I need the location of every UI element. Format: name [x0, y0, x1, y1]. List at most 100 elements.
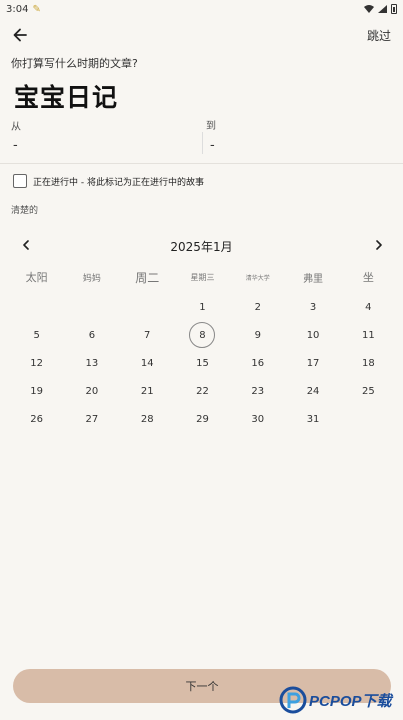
calendar-day[interactable]: 28: [120, 406, 175, 434]
calendar-day[interactable]: 19: [9, 378, 64, 406]
calendar-blank: [64, 293, 119, 321]
wifi-icon: [364, 5, 374, 13]
ongoing-row[interactable]: 正在进行中 - 将此标记为正在进行中的故事: [13, 174, 204, 188]
weekday-label: 坐: [362, 271, 374, 284]
calendar-day-number: 18: [361, 357, 375, 369]
calendar-day-number: 29: [196, 414, 209, 426]
calendar-day-number: 24: [306, 386, 320, 398]
calendar-day[interactable]: 25: [341, 378, 396, 406]
calendar-day[interactable]: 5: [9, 321, 64, 349]
to-date-field[interactable]: -: [210, 138, 215, 153]
status-time: 3:04: [6, 3, 29, 15]
calendar-day[interactable]: 8: [175, 321, 230, 349]
status-bar: 3:04 ✎: [0, 0, 403, 18]
weekday-label: 妈妈: [82, 273, 101, 284]
calendar-day-number: 28: [140, 414, 154, 426]
watermark: PCPOP下载: [279, 683, 403, 717]
month-title: 2025年1月: [170, 240, 233, 254]
chevron-right-icon: [376, 240, 382, 250]
diary-title: 宝宝日记: [14, 83, 119, 112]
calendar-day-number: 21: [140, 386, 154, 398]
weekday-label: 太阳: [25, 271, 48, 284]
calendar-day-number: 22: [196, 386, 209, 398]
calendar-day[interactable]: 15: [175, 349, 230, 377]
calendar-day[interactable]: 21: [120, 378, 175, 406]
calendar-day-number: 9: [254, 329, 261, 341]
calendar-day[interactable]: 12: [9, 349, 64, 377]
calendar-day-number: 7: [144, 329, 151, 341]
ongoing-checkbox[interactable]: [13, 174, 27, 188]
period-question: 你打算写什么时期的文章?: [11, 57, 138, 70]
calendar-day[interactable]: 23: [230, 378, 285, 406]
calendar-day[interactable]: 11: [341, 321, 396, 349]
calendar-day[interactable]: 4: [341, 293, 396, 321]
calendar-day-number: 31: [306, 414, 320, 426]
next-month-button[interactable]: [371, 236, 387, 254]
calendar-day[interactable]: 29: [175, 406, 230, 434]
calendar-day[interactable]: 7: [120, 321, 175, 349]
calendar-day-number: 26: [30, 414, 43, 426]
calendar-header: 2025年1月: [0, 236, 403, 256]
calendar-day-number: 30: [251, 414, 265, 426]
weekday-label: 星期三: [190, 272, 215, 282]
calendar-day-number: 5: [33, 329, 40, 341]
calendar-blank: [120, 293, 175, 321]
clear-button[interactable]: 清楚的: [11, 203, 38, 216]
field-divider: [202, 132, 203, 154]
watermark-text: PCPOP下载: [309, 692, 392, 710]
calendar-day[interactable]: 2: [230, 293, 285, 321]
calendar-day-number: 10: [306, 329, 320, 341]
calendar-day-number: 25: [361, 386, 375, 398]
back-button[interactable]: [10, 26, 30, 44]
ongoing-label: 正在进行中 - 将此标记为正在进行中的故事: [33, 177, 204, 188]
from-date-field[interactable]: -: [13, 138, 18, 153]
calendar-day[interactable]: 3: [285, 293, 340, 321]
weekday-label: 清华大学: [245, 274, 270, 282]
section-divider: [0, 163, 403, 164]
weekday-label: 周二: [135, 270, 160, 285]
calendar-day-number: 15: [196, 357, 209, 369]
calendar-day[interactable]: 9: [230, 321, 285, 349]
calendar-day-number: 23: [251, 386, 265, 398]
calendar-blank: [9, 293, 64, 321]
calendar-day[interactable]: 17: [285, 349, 340, 377]
calendar-day[interactable]: 16: [230, 349, 285, 377]
calendar-day-number: 4: [365, 301, 372, 313]
weekday-row: 太阳 妈妈 周二 星期三 清华大学 弗里 坐: [9, 266, 396, 288]
skip-button[interactable]: 跳过: [367, 27, 391, 44]
calendar-day-number: 17: [306, 357, 320, 369]
calendar-day-number: 6: [88, 329, 96, 341]
calendar-day[interactable]: 10: [285, 321, 340, 349]
calendar-day-number: 27: [85, 414, 99, 426]
calendar-day[interactable]: 22: [175, 378, 230, 406]
calendar-day[interactable]: 24: [285, 378, 340, 406]
calendar-day[interactable]: 27: [64, 406, 119, 434]
weekday-label: 弗里: [303, 273, 324, 285]
calendar-day-number: 8: [189, 322, 216, 349]
from-label: 从: [11, 122, 21, 133]
calendar-day-number: 14: [140, 357, 154, 369]
calendar-days: 1 2 3 4 5 6 7 8 9 10 11 12 13 14 15 16 17 18 19 20 21 22 23 24 2…: [9, 293, 396, 434]
calendar-day[interactable]: 18: [341, 349, 396, 377]
calendar-day[interactable]: 13: [64, 349, 119, 377]
calendar-day[interactable]: 30: [230, 406, 285, 434]
calendar-day[interactable]: 14: [120, 349, 175, 377]
battery-icon: [391, 4, 397, 14]
calendar-day-number: 12: [30, 357, 43, 369]
calendar-day-number: 13: [85, 357, 99, 369]
signal-icon: [378, 5, 387, 13]
to-label: 到: [206, 121, 216, 132]
calendar-day[interactable]: 26: [9, 406, 64, 434]
calendar-day[interactable]: 20: [64, 378, 119, 406]
calendar-day-number: 11: [361, 329, 375, 341]
calendar-day[interactable]: 6: [64, 321, 119, 349]
calendar-day-number: 1: [199, 301, 206, 313]
calendar-day-number: 20: [85, 386, 99, 398]
calendar-day-number: 19: [30, 386, 43, 398]
calendar-day-number: 3: [309, 301, 317, 313]
notification-app-icon: ✎: [32, 3, 41, 15]
calendar-day[interactable]: 1: [175, 293, 230, 321]
arrow-left-icon: [13, 28, 27, 42]
calendar-day[interactable]: 31: [285, 406, 340, 434]
status-icons: [364, 4, 397, 14]
